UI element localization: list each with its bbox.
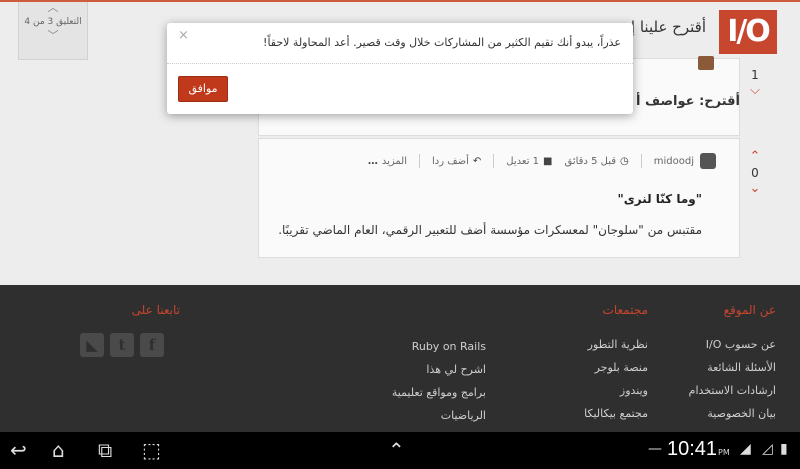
ok-button[interactable]: موافق — [178, 76, 228, 102]
battery-icon: ▮ — [780, 441, 788, 457]
home-icon[interactable]: ⌂ — [52, 438, 65, 462]
clock-time: 10:41 — [667, 438, 718, 460]
rate-limit-dialog: × عذراً، يبدو أنك تقيم الكثير من المشارك… — [167, 23, 633, 114]
system-nav-bar: ↩ ⌂ ⧉ ⬚ ⌃ — 10:41 PM ◢ ◿ ▮ — [0, 432, 800, 469]
minus-icon: — — [648, 441, 662, 457]
recent-apps-icon[interactable]: ⧉ — [98, 438, 112, 462]
back-icon[interactable]: ↩ — [10, 438, 27, 462]
chevron-up-icon[interactable]: ⌃ — [388, 438, 405, 462]
close-icon[interactable]: × — [178, 28, 189, 43]
dialog-message: عذراً، يبدو أنك تقيم الكثير من المشاركات… — [263, 36, 621, 49]
page: I/O أقترح علينا إس ︿ التعليق 3 من 4 ﹀ sa… — [0, 0, 800, 432]
wifi-icon: ◢ — [740, 441, 751, 457]
signal-icon: ◿ — [762, 441, 773, 457]
divider — [167, 63, 633, 64]
clock-period: PM — [718, 448, 730, 457]
screenshot-icon[interactable]: ⬚ — [142, 438, 161, 462]
